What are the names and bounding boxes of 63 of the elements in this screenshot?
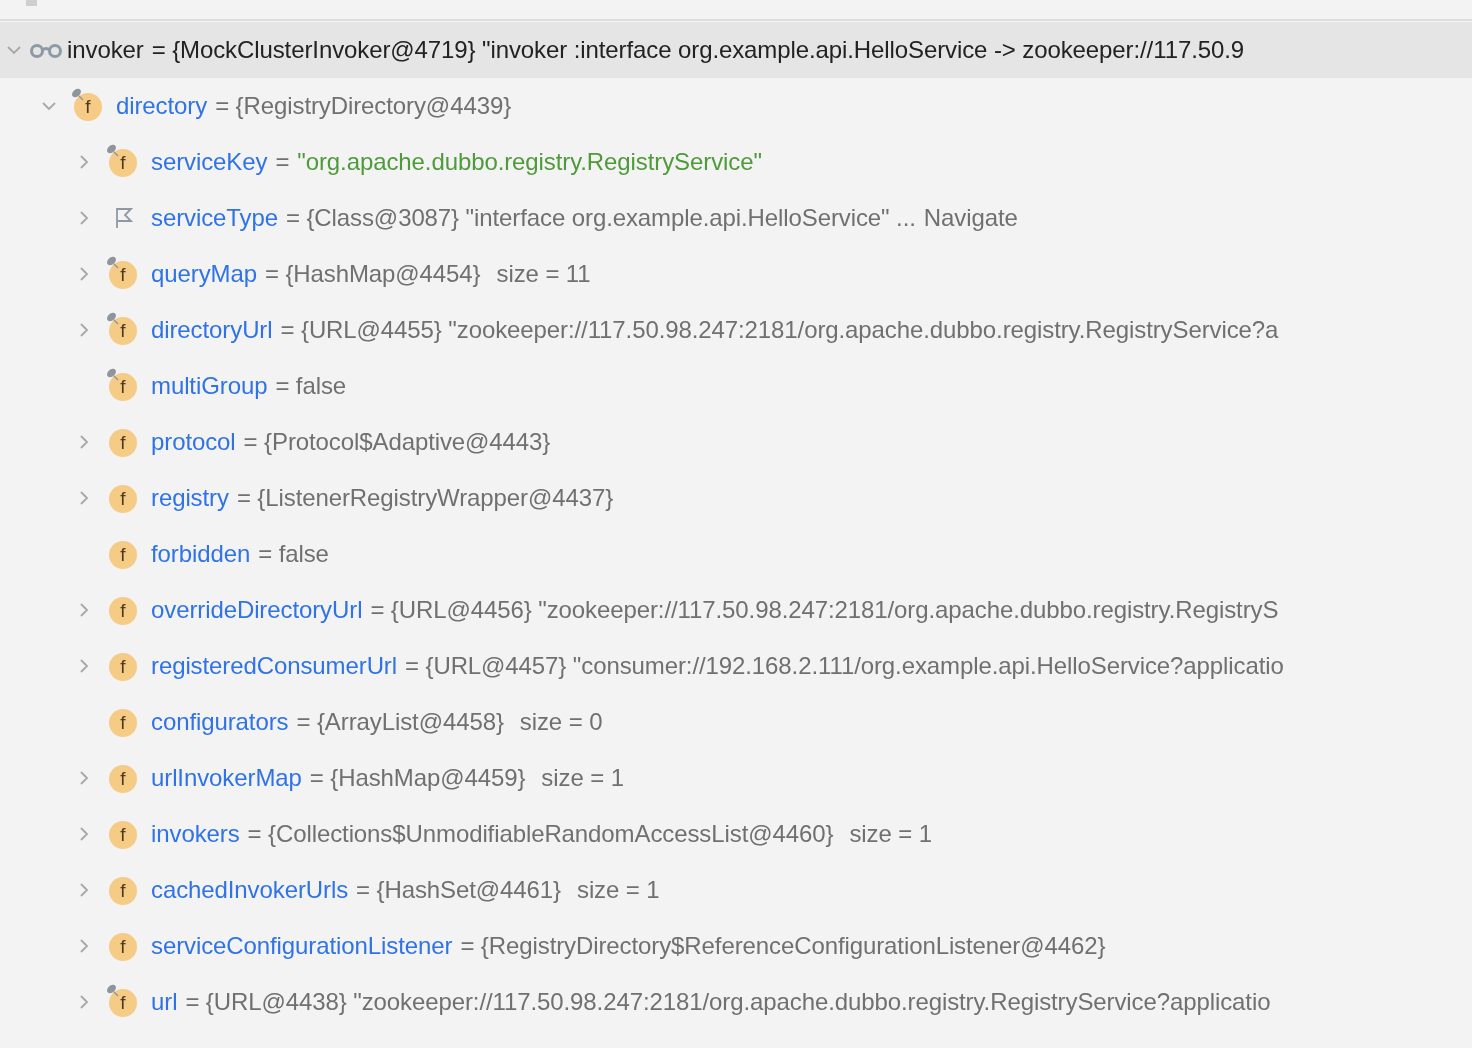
size-label: size = 0 <box>519 707 603 737</box>
size-label: size = 11 <box>496 259 591 289</box>
field-icon: f <box>109 765 137 793</box>
variable-name: registry <box>151 483 229 513</box>
variable-value: = {URL@4456} "zookeeper://117.50.98.247:2181/org.apache.dubbo.registry.RegistryS <box>370 595 1279 625</box>
flag-icon <box>113 206 135 230</box>
variable-name: queryMap <box>151 259 257 289</box>
variable-name: serviceKey <box>151 147 268 177</box>
field-icon: f <box>109 821 137 849</box>
variable-name: urlInvokerMap <box>151 763 302 793</box>
variable-name: forbidden <box>151 539 251 569</box>
glasses-icon <box>29 42 63 58</box>
field-icon: f <box>109 933 137 961</box>
variable-value: = false <box>275 371 347 401</box>
string-value: "org.apache.dubbo.registry.RegistryService" <box>297 147 762 177</box>
variable-value: = {URL@4438} "zookeeper://117.50.98.247:2181/org.apache.dubbo.registry.RegistryService?applicatio <box>185 987 1271 1017</box>
field-icon: f <box>109 317 137 345</box>
variable-value: = {RegistryDirectory$ReferenceConfigurationListener@4462} <box>460 931 1106 961</box>
variable-value: = {Collections$UnmodifiableRandomAccessList@4460} <box>247 819 834 849</box>
field-icon: f <box>74 93 102 121</box>
field-icon: f <box>109 597 137 625</box>
field-icon: f <box>109 373 137 401</box>
tree-row[interactable]: invoker = {MockClusterInvoker@4719} "invoker :interface org.example.api.HelloService -> zookeeper://117.50.9 <box>0 22 1472 78</box>
variable-name: overrideDirectoryUrl <box>151 595 363 625</box>
variable-name: invokers <box>151 819 240 849</box>
field-icon: f <box>109 877 137 905</box>
variable-value: = false <box>258 539 329 569</box>
variable-name: serviceConfigurationListener <box>151 931 453 961</box>
field-icon: f <box>109 541 137 569</box>
variable-name: protocol <box>151 427 236 457</box>
field-icon: f <box>109 429 137 457</box>
variable-value: = {URL@4457} "consumer://192.168.2.111/org.example.api.HelloService?applicatio <box>405 651 1284 681</box>
field-icon: f <box>109 485 137 513</box>
field-icon: f <box>109 989 137 1017</box>
variable-value: = {Protocol$Adaptive@4443} <box>243 427 551 457</box>
size-label: size = 1 <box>577 875 660 905</box>
variable-value: = <box>275 147 290 177</box>
variable-value: = {MockClusterInvoker@4719} "invoker :interface org.example.api.HelloService -> zookeeper://117.50.9 <box>151 35 1245 65</box>
field-icon: f <box>109 261 137 289</box>
variable-value: = {HashMap@4454} <box>264 259 481 289</box>
variable-name: url <box>151 987 178 1017</box>
field-icon: f <box>109 149 137 177</box>
size-label: size = 1 <box>849 819 932 849</box>
variable-value: = {HashSet@4461} <box>356 875 561 905</box>
variable-value: = {RegistryDirectory@4439} <box>215 91 512 121</box>
variable-value: = {Class@3087} "interface org.example.api.HelloService" ... <box>285 203 916 233</box>
variable-name: configurators <box>151 707 289 737</box>
scroll-thumb <box>26 0 37 6</box>
variable-name: serviceType <box>151 203 278 233</box>
navigate-link[interactable]: Navigate <box>923 200 1018 236</box>
variable-name: invoker <box>67 35 144 65</box>
variable-value: = {ListenerRegistryWrapper@4437} <box>236 483 614 513</box>
variable-name: multiGroup <box>151 371 268 401</box>
variable-name: registeredConsumerUrl <box>151 651 397 681</box>
variable-value: = {ArrayList@4458} <box>296 707 504 737</box>
variable-name: directoryUrl <box>151 315 273 345</box>
variable-value: = {HashMap@4459} <box>309 763 526 793</box>
size-label: size = 1 <box>541 763 624 793</box>
field-icon: f <box>109 709 137 737</box>
variable-name: directory <box>116 91 208 121</box>
field-icon: f <box>109 653 137 681</box>
variable-value: = {URL@4455} "zookeeper://117.50.98.247:2181/org.apache.dubbo.registry.RegistryService?a <box>280 315 1279 345</box>
variable-name: cachedInvokerUrls <box>151 875 349 905</box>
